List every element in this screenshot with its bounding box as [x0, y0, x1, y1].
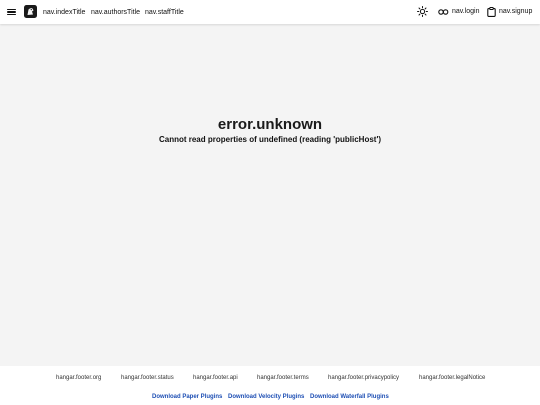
hangar-logo-icon[interactable]	[24, 5, 37, 18]
download-velocity-link[interactable]: Download Velocity Plugins	[228, 394, 304, 400]
error-title: error.unknown	[217, 116, 323, 133]
key-icon	[438, 8, 449, 15]
footer-link-api[interactable]: hangar.footer.api	[193, 375, 238, 381]
nav-index-link[interactable]: nav.indexTitle	[43, 8, 85, 17]
top-navbar: nav.indexTitle nav.authorsTitle nav.staf…	[0, 0, 540, 24]
login-label: nav.login	[452, 8, 480, 15]
footer: hangar.footer.org hangar.footer.status h…	[0, 366, 540, 405]
footer-link-privacy-policy[interactable]: hangar.footer.privacypolicy	[328, 375, 399, 381]
footer-link-terms[interactable]: hangar.footer.terms	[257, 375, 309, 381]
theme-toggle-sun-icon[interactable]	[417, 6, 428, 17]
footer-link-org[interactable]: hangar.footer.org	[56, 375, 101, 381]
signup-button[interactable]: nav.signup	[487, 6, 532, 17]
footer-link-legal-notice[interactable]: hangar.footer.legalNotice	[419, 375, 485, 381]
download-waterfall-link[interactable]: Download Waterfall Plugins	[310, 394, 389, 400]
hamburger-menu-icon[interactable]	[7, 7, 16, 17]
nav-authors-link[interactable]: nav.authorsTitle	[91, 8, 140, 17]
login-button[interactable]: nav.login	[438, 6, 480, 17]
footer-link-status[interactable]: hangar.footer.status	[121, 375, 174, 381]
nav-staff-link[interactable]: nav.staffTitle	[145, 8, 184, 17]
clipboard-icon	[487, 6, 496, 17]
signup-label: nav.signup	[499, 8, 533, 15]
download-paper-link[interactable]: Download Paper Plugins	[152, 394, 222, 400]
error-message: Cannot read properties of undefined (rea…	[158, 135, 382, 144]
